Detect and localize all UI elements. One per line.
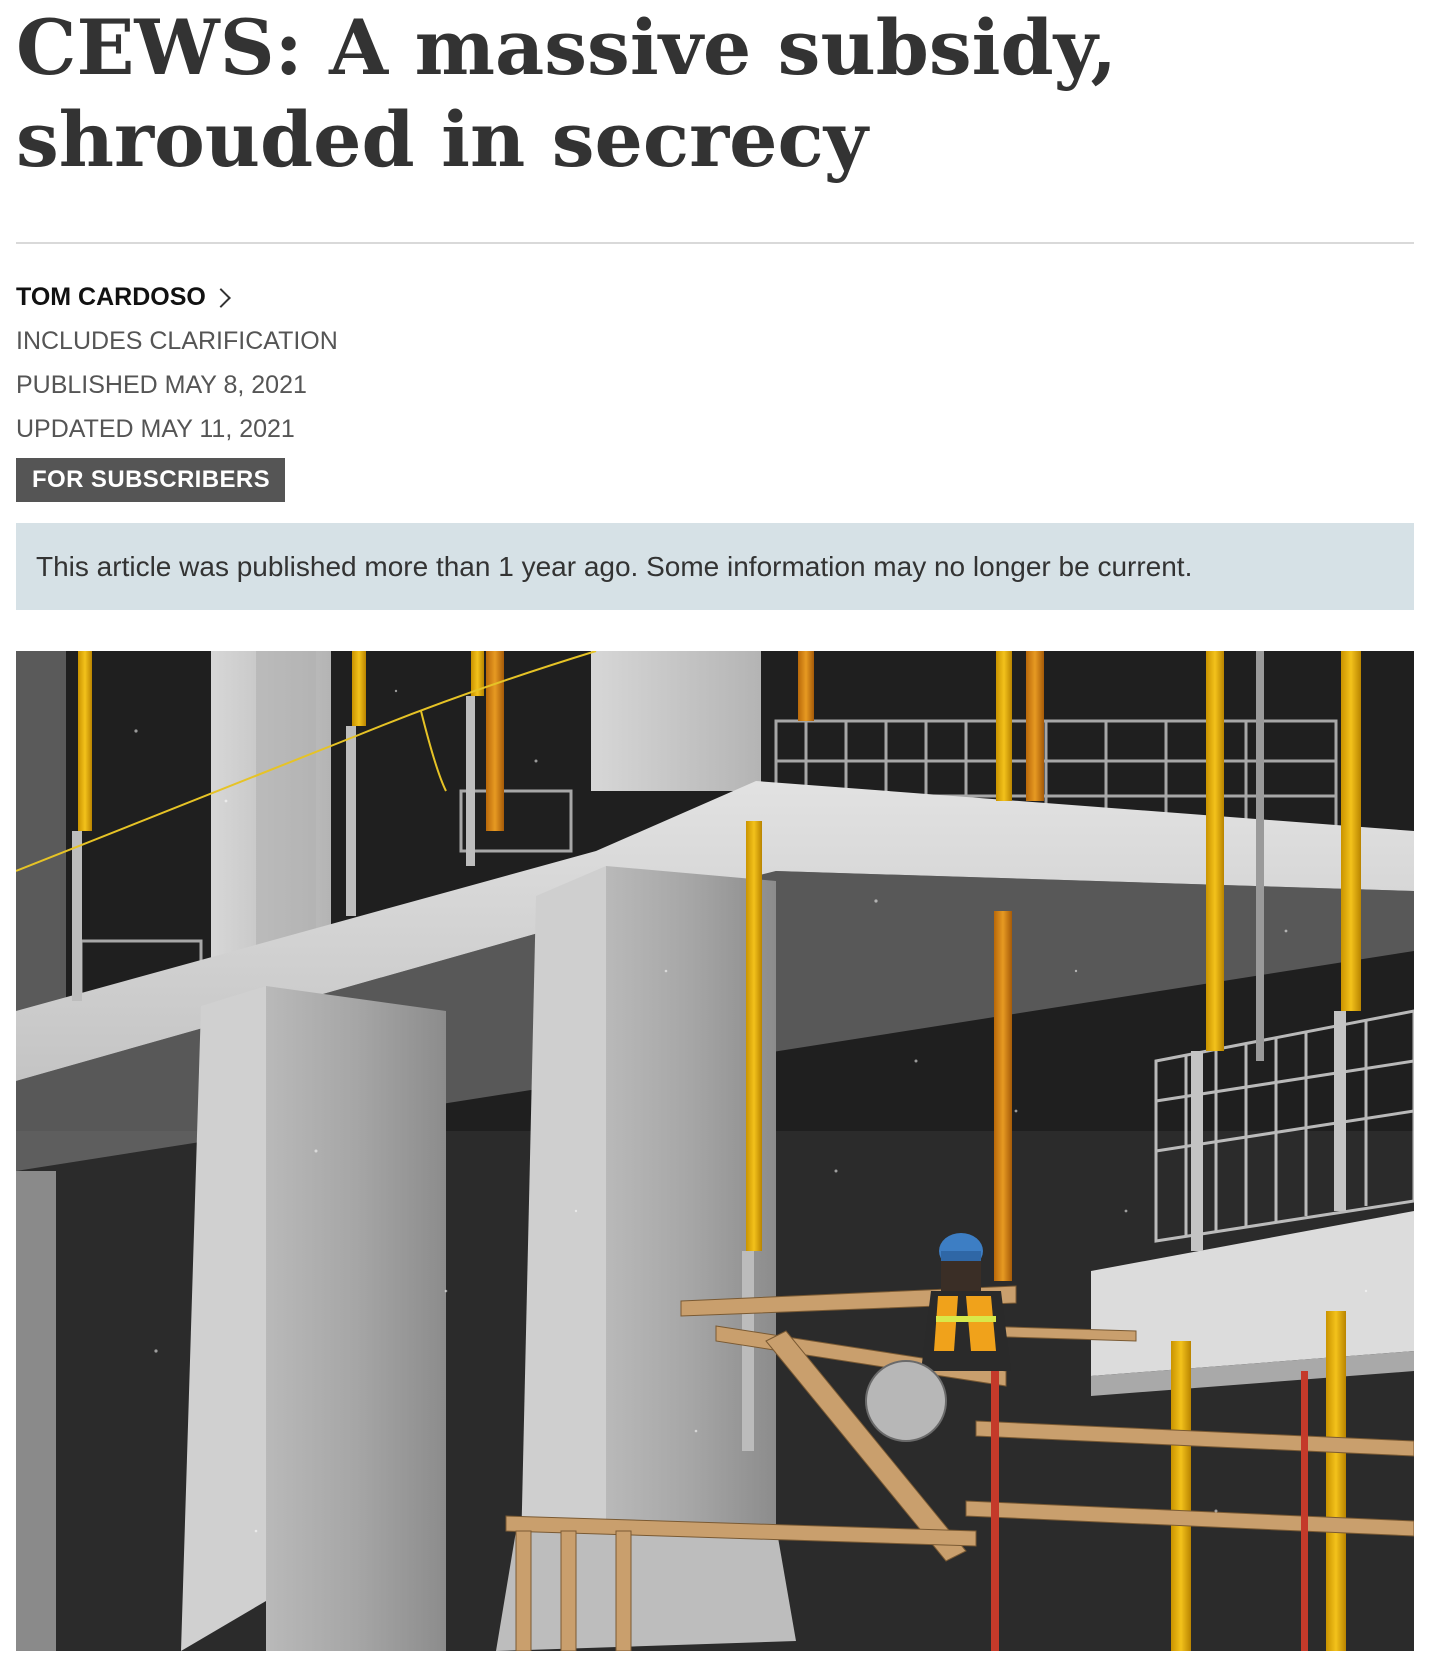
article-meta: TOM CARDOSO INCLUDES CLARIFICATION PUBLI… xyxy=(16,278,716,502)
updated-date: UPDATED MAY 11, 2021 xyxy=(16,415,295,443)
article-page: CEWS: A massive subsidy, shrouded in sec… xyxy=(16,0,1414,1660)
subscriber-badge: FOR SUBSCRIBERS xyxy=(16,458,286,502)
author-name: TOM CARDOSO xyxy=(16,282,206,311)
published-date: PUBLISHED MAY 8, 2021 xyxy=(16,371,307,399)
clarification-note: INCLUDES CLARIFICATION xyxy=(16,327,338,355)
article-photo xyxy=(16,651,1414,1651)
author-link[interactable]: TOM CARDOSO xyxy=(16,278,231,316)
age-notice-text: This article was published more than 1 y… xyxy=(36,550,1193,582)
age-notice-banner: This article was published more than 1 y… xyxy=(16,523,1414,610)
construction-site-photo xyxy=(16,651,1414,1651)
article-headline: CEWS: A massive subsidy, shrouded in sec… xyxy=(16,3,1117,184)
header-divider xyxy=(16,242,1414,244)
chevron-right-icon xyxy=(210,287,231,308)
